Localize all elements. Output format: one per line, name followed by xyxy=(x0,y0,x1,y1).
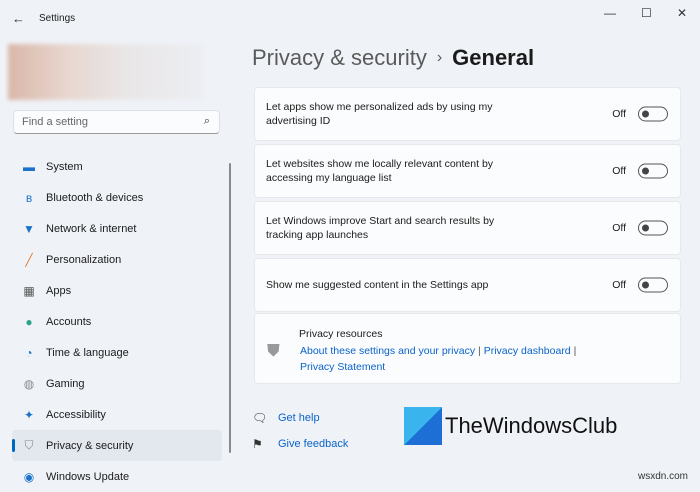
thewindowsclub-logo: TheWindowsClub xyxy=(404,407,617,445)
sidebar-item-bluetooth-devices[interactable]: ʙ Bluetooth & devices xyxy=(12,182,222,213)
sidebar-item-label: Accounts xyxy=(46,315,92,328)
setting-row: Let websites show me locally relevant co… xyxy=(254,144,681,198)
breadcrumb-separator: › xyxy=(436,49,443,66)
nav-icon: ● xyxy=(25,314,33,329)
sidebar-item-time-language[interactable]: ◔ Time & language xyxy=(12,337,222,368)
sidebar-item-label: System xyxy=(46,160,83,173)
nav-icon: ◍ xyxy=(23,376,35,391)
separator: | xyxy=(478,345,481,357)
setting-row: Let apps show me personalized ads by usi… xyxy=(254,87,681,141)
search-icon[interactable]: ⌕ xyxy=(204,115,210,128)
privacy-dashboard-link[interactable]: Privacy dashboard xyxy=(484,345,571,357)
page-title: General xyxy=(452,45,535,70)
give-feedback-label: Give feedback xyxy=(278,438,349,450)
sidebar-item-accounts[interactable]: ● Accounts xyxy=(12,306,222,337)
nav-icon: ⛉ xyxy=(24,438,34,452)
sidebar-item-personalization[interactable]: ╱ Personalization xyxy=(12,244,222,275)
nav-icon: ✦ xyxy=(23,407,35,422)
nav-icon: ▬ xyxy=(23,159,35,174)
watermark: wsxdn.com xyxy=(637,471,688,482)
sidebar-item-label: Apps xyxy=(46,284,72,297)
toggle-state: Off xyxy=(612,222,626,234)
logo-square-icon xyxy=(404,407,442,445)
get-help-label: Get help xyxy=(278,412,320,424)
sidebar-item-label: Windows Update xyxy=(46,470,130,483)
sidebar-item-accessibility[interactable]: ✦ Accessibility xyxy=(12,399,222,430)
nav-icon: ◔ xyxy=(25,345,33,360)
sidebar-item-system[interactable]: ▬ System xyxy=(12,151,222,182)
shield-icon: ⛊ xyxy=(267,341,280,360)
nav-icon: ▦ xyxy=(23,283,35,298)
sidebar-item-network-internet[interactable]: ▼ Network & internet xyxy=(12,213,222,244)
sidebar-item-gaming[interactable]: ◍ Gaming xyxy=(12,368,222,399)
sidebar-item-label: Time & language xyxy=(46,346,129,359)
sidebar-item-label: Network & internet xyxy=(46,222,137,235)
nav-icon: ◉ xyxy=(23,469,35,484)
back-arrow-icon[interactable]: ← xyxy=(12,11,25,26)
setting-label: Let websites show me locally relevant co… xyxy=(266,158,494,184)
get-help-link[interactable]: 🗨 Get help xyxy=(252,411,320,425)
help-icon: 🗨 xyxy=(252,411,268,425)
feedback-icon: ⚑ xyxy=(252,437,263,451)
toggle-switch[interactable] xyxy=(638,277,668,293)
give-feedback-link[interactable]: ⚑ Give feedback xyxy=(252,437,348,451)
nav-icon: ▼ xyxy=(23,221,35,236)
toggle-switch[interactable] xyxy=(638,220,668,236)
search-placeholder: Find a setting xyxy=(22,116,89,128)
close-button[interactable]: ✕ xyxy=(677,6,687,20)
privacy-resources-card: ⛊ Privacy resources About these settings… xyxy=(254,313,681,384)
search-input[interactable]: Find a setting ⌕ xyxy=(13,110,220,134)
setting-row: Show me suggested content in the Setting… xyxy=(254,258,681,312)
sidebar-item-windows-update[interactable]: ◉ Windows Update xyxy=(12,461,222,492)
sidebar-item-label: Bluetooth & devices xyxy=(46,191,144,204)
resources-title: Privacy resources xyxy=(299,328,383,340)
setting-row: Let Windows improve Start and search res… xyxy=(254,201,681,255)
setting-label: Let Windows improve Start and search res… xyxy=(266,215,495,241)
toggle-state: Off xyxy=(612,279,626,291)
toggle-state: Off xyxy=(612,108,626,120)
sidebar-item-label: Gaming xyxy=(46,377,85,390)
toggle-switch[interactable] xyxy=(638,163,668,179)
separator: | xyxy=(573,345,577,357)
nav-icon: ╱ xyxy=(25,252,33,267)
app-title: Settings xyxy=(39,13,76,24)
breadcrumb: Privacy & security › General xyxy=(252,45,534,71)
toggle-state: Off xyxy=(612,165,626,177)
sidebar-item-label: Privacy & security xyxy=(46,439,134,452)
sidebar-item-apps[interactable]: ▦ Apps xyxy=(12,275,222,306)
toggle-switch[interactable] xyxy=(638,106,668,122)
logo-text: TheWindowsClub xyxy=(445,413,618,438)
sidebar-item-label: Accessibility xyxy=(46,408,106,421)
about-settings-link[interactable]: About these settings and your privacy xyxy=(300,345,475,357)
breadcrumb-parent[interactable]: Privacy & security xyxy=(252,45,427,70)
sidebar-item-privacy-security[interactable]: ⛉ Privacy & security xyxy=(12,430,222,461)
maximize-button[interactable]: ☐ xyxy=(641,6,652,20)
sidebar-nav: ▬ System ʙ Bluetooth & devices ▼ Network & in… xyxy=(12,151,222,492)
setting-label: Let apps show me personalized ads by usi… xyxy=(266,101,493,127)
sidebar-scrollbar[interactable] xyxy=(229,163,231,453)
nav-icon: ʙ xyxy=(25,190,33,205)
sidebar-item-label: Personalization xyxy=(46,253,122,266)
user-profile-avatar[interactable] xyxy=(8,44,204,100)
title-bar: ← Settings — ☐ ✕ xyxy=(0,0,700,36)
setting-label: Show me suggested content in the Setting… xyxy=(266,279,489,291)
privacy-statement-link[interactable]: Privacy Statement xyxy=(300,361,385,373)
minimize-button[interactable]: — xyxy=(604,6,616,20)
